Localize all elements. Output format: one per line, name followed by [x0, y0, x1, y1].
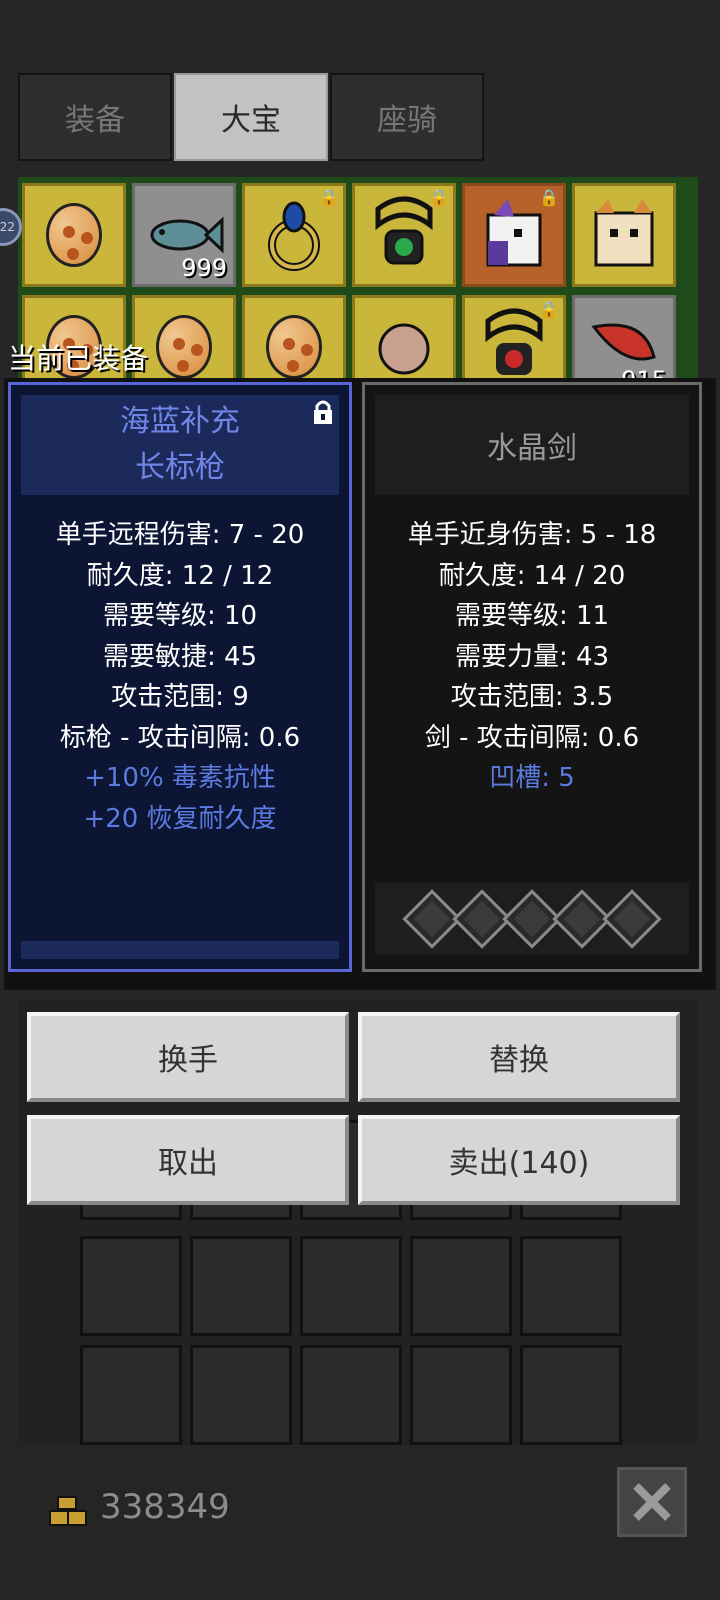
item-name: 水晶剑 — [487, 431, 577, 466]
stat-line: 需要等级: 10 — [102, 601, 258, 631]
item-count: 999 — [181, 254, 227, 282]
socket-icon — [602, 889, 662, 949]
inventory-slot-egg[interactable] — [22, 183, 126, 287]
sell-button[interactable]: 卖出(140) — [358, 1115, 680, 1205]
selected-item-card: 海蓝补充 长标枪 单手远程伤害: 7 - 20 耐久度: 12 / 12 需要等… — [8, 382, 352, 972]
close-icon — [633, 1483, 671, 1521]
storage-slot[interactable] — [300, 1236, 402, 1336]
storage-slot[interactable] — [80, 1236, 182, 1336]
close-button[interactable] — [617, 1467, 687, 1537]
amulet-icon — [375, 196, 433, 265]
storage-slot[interactable] — [520, 1236, 622, 1336]
lock-icon: 🔒 — [429, 188, 449, 207]
equipped-item-card: 水晶剑 单手近身伤害: 5 - 18 耐久度: 14 / 20 需要等级: 11… — [362, 382, 702, 972]
gold-amount: 338349 — [100, 1487, 230, 1527]
unicorn-icon — [486, 199, 542, 267]
cat-icon — [594, 199, 654, 267]
tab-equipment[interactable]: 装备 — [18, 73, 172, 161]
equipped-label: 当前已装备 — [8, 342, 149, 375]
storage-slot[interactable] — [80, 1345, 182, 1445]
lock-icon: 🔒 — [319, 188, 339, 207]
tab-mount[interactable]: 座骑 — [330, 73, 484, 161]
inventory-slot-unicorn[interactable]: 🔒 — [462, 183, 566, 287]
item-name-line1: 海蓝补充 — [120, 404, 240, 439]
inventory-slot-fish[interactable]: 999 — [132, 183, 236, 287]
inventory-slot-feather[interactable]: 915 — [572, 295, 676, 382]
item-name-line2: 长标枪 — [135, 450, 225, 485]
stat-line: 攻击范围: 9 — [111, 682, 249, 712]
ring-icon — [268, 201, 320, 271]
item-title: 海蓝补充 长标枪 — [21, 395, 339, 495]
stat-line: 单手近身伤害: 5 - 18 — [407, 520, 657, 550]
stat-line: 攻击范围: 3.5 — [450, 682, 614, 712]
storage-slot[interactable] — [190, 1345, 292, 1445]
stat-line: 标枪 - 攻击间隔: 0.6 — [59, 722, 301, 753]
item-title: 水晶剑 — [375, 395, 689, 495]
stat-line: 需要敏捷: 45 — [102, 641, 258, 672]
item-compare-panel: 海蓝补充 长标枪 单手远程伤害: 7 - 20 耐久度: 12 / 12 需要等… — [4, 378, 716, 990]
card-footer — [21, 941, 339, 959]
storage-slot[interactable] — [520, 1345, 622, 1445]
bonus-line: +10% 毒素抗性 — [84, 763, 276, 793]
swap-hand-button[interactable]: 换手 — [27, 1012, 349, 1102]
storage-slot[interactable] — [190, 1236, 292, 1336]
lock-icon: 🔒 — [539, 188, 559, 207]
lock-icon: 🔒 — [539, 300, 559, 319]
stat-line: 需要等级: 11 — [454, 601, 610, 631]
inventory-slot-amulet-red[interactable]: 🔒 — [462, 295, 566, 382]
inventory-slot-amulet-green[interactable]: 🔒 — [352, 183, 456, 287]
tab-treasure[interactable]: 大宝 — [174, 73, 328, 161]
egg-icon — [266, 315, 322, 379]
storage-slot[interactable] — [300, 1345, 402, 1445]
stat-line: 需要力量: 43 — [454, 641, 610, 672]
tab-bar: 装备 大宝 座骑 — [18, 73, 484, 161]
stat-line: 耐久度: 14 / 20 — [438, 560, 626, 591]
inventory-slot-ring-blue[interactable]: 🔒 — [242, 183, 346, 287]
item-stats: 单手近身伤害: 5 - 18 耐久度: 14 / 20 需要等级: 11 需要力… — [365, 515, 699, 799]
socket-row — [375, 883, 689, 955]
fish-icon — [150, 216, 224, 254]
bottom-bar: 338349 — [0, 1445, 720, 1600]
bonus-line: +20 恢复耐久度 — [83, 803, 277, 834]
stat-line: 单手远程伤害: 7 - 20 — [55, 520, 305, 550]
stat-line: 剑 - 攻击间隔: 0.6 — [424, 722, 640, 753]
lock-icon[interactable] — [311, 399, 335, 425]
gold-icon — [49, 1496, 87, 1526]
inventory-slot-egg[interactable] — [242, 295, 346, 382]
inventory-slot-cat[interactable] — [572, 183, 676, 287]
bonus-line: 凹槽: 5 — [489, 763, 575, 793]
egg-icon — [46, 203, 102, 267]
storage-slot[interactable] — [410, 1236, 512, 1336]
stat-line: 耐久度: 12 / 12 — [86, 560, 274, 591]
storage-slot[interactable] — [410, 1345, 512, 1445]
replace-button[interactable]: 替换 — [358, 1012, 680, 1102]
shell-icon — [378, 323, 430, 375]
egg-icon — [156, 315, 212, 379]
unequip-button[interactable]: 取出 — [27, 1115, 349, 1205]
inventory-slot-shell[interactable] — [352, 295, 456, 382]
item-stats: 单手远程伤害: 7 - 20 耐久度: 12 / 12 需要等级: 10 需要敏… — [11, 515, 349, 839]
